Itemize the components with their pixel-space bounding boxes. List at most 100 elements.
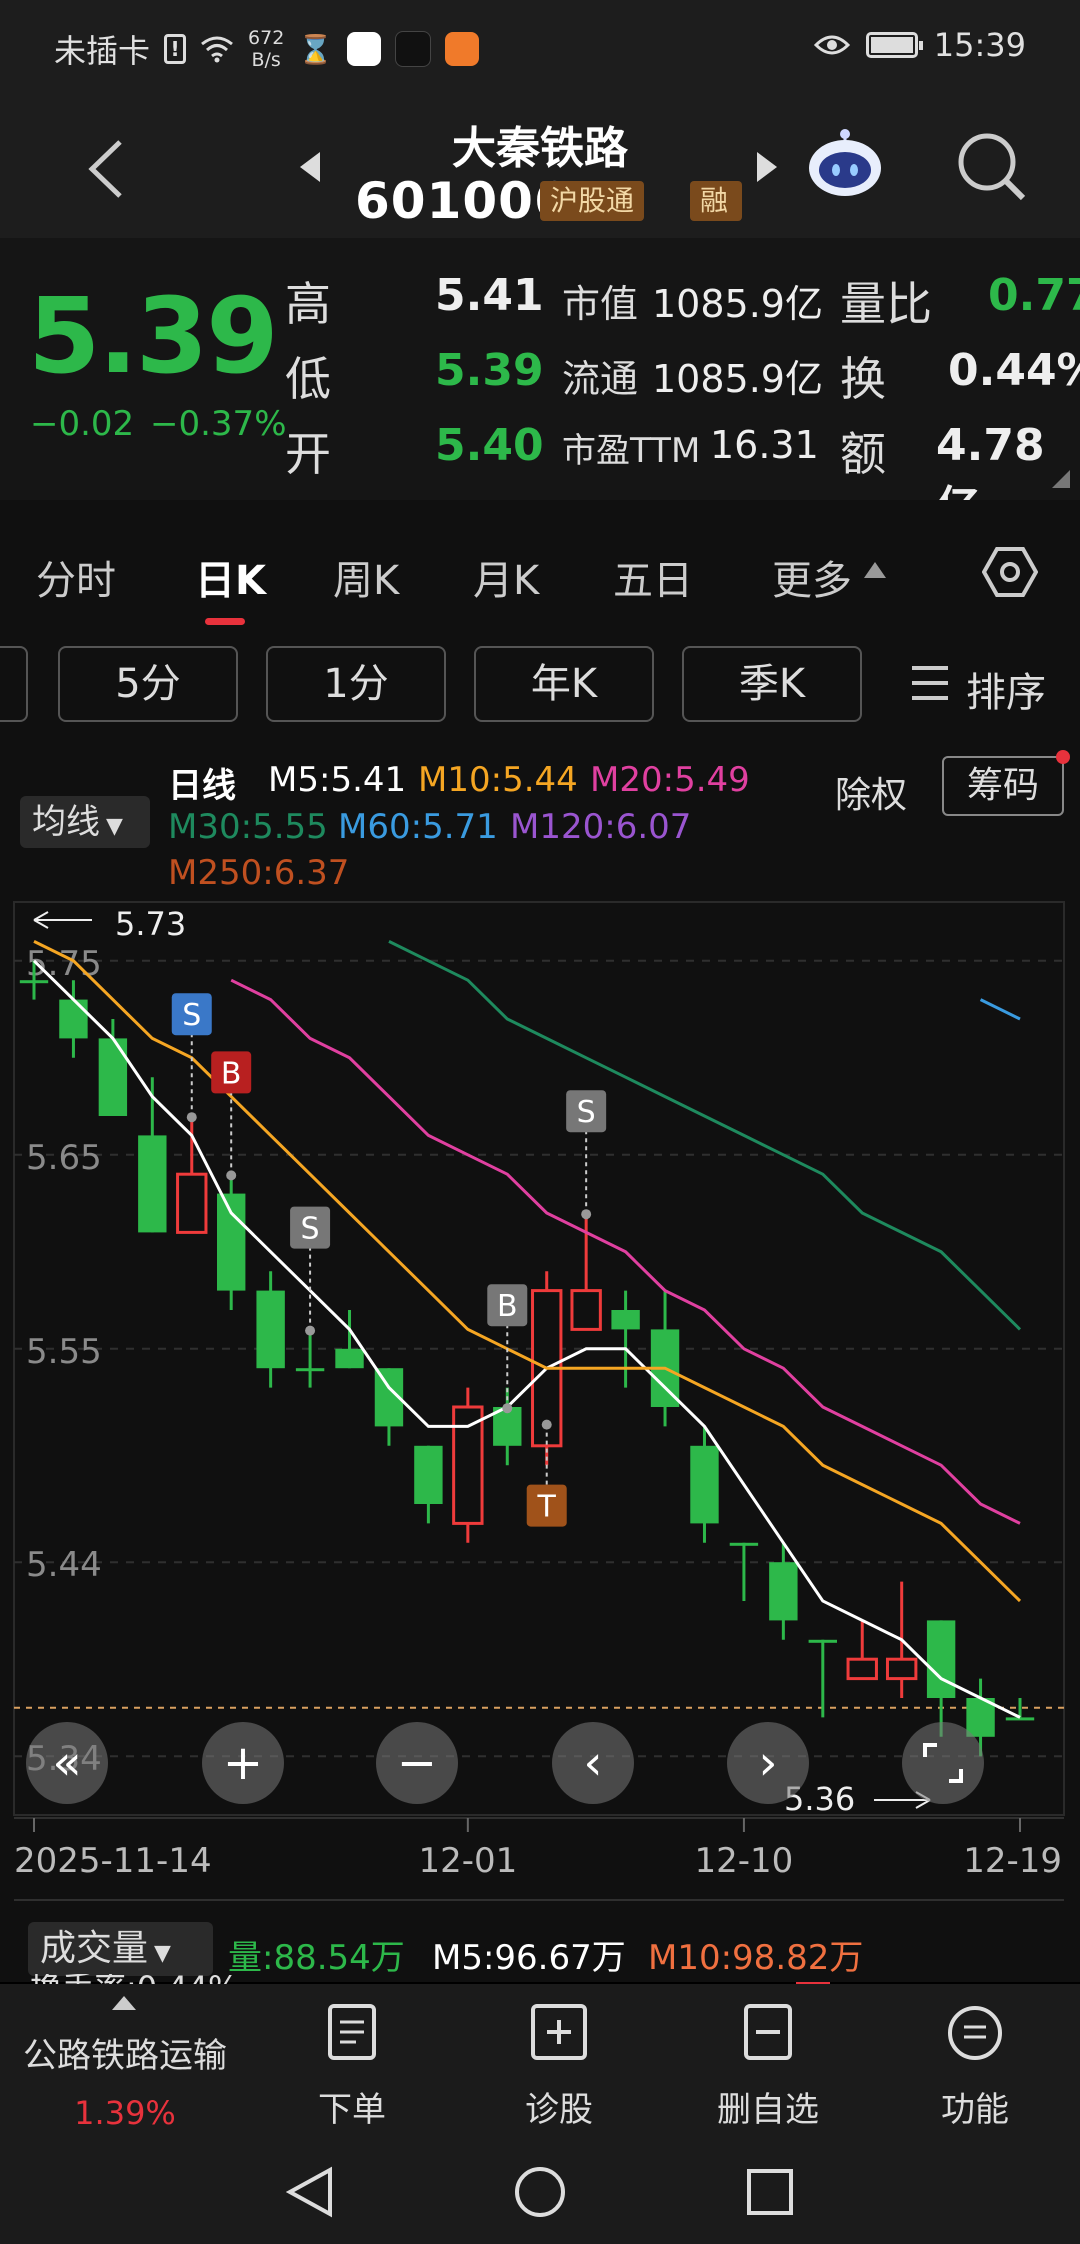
- scroll-start-button[interactable]: «: [26, 1722, 108, 1804]
- ma120-name: M120: [510, 807, 605, 847]
- hk-connect-badge: 沪股通: [540, 181, 645, 221]
- candle-body-down: [256, 1290, 285, 1369]
- net-speed-unit: B/s: [251, 49, 281, 71]
- diagnose-button[interactable]: 诊股: [469, 2082, 649, 2131]
- ma20-name: M20: [590, 760, 663, 800]
- fullscreen-button[interactable]: [902, 1722, 984, 1804]
- ex-rights-button[interactable]: 除权: [835, 766, 907, 818]
- volume-ratio-label: 量比: [840, 277, 932, 331]
- order-button[interactable]: 下单: [262, 2082, 442, 2131]
- dropdown-icon: ▼: [154, 1941, 171, 1966]
- candle-body-down: [335, 1348, 364, 1369]
- stock-name: 大秦铁路: [452, 123, 628, 174]
- zoom-out-button[interactable]: −: [376, 1722, 458, 1804]
- subtab-quarterly-k[interactable]: 季K: [682, 646, 862, 722]
- subtab-1min[interactable]: 1分: [266, 646, 446, 722]
- subtab-yearly-k[interactable]: 年K: [474, 646, 654, 722]
- ma5-name: M5: [268, 760, 319, 800]
- fullscreen-icon: [923, 1743, 963, 1783]
- candlestick-chart[interactable]: 5.755.655.555.445.34SBSBST5.735.362025-1…: [0, 900, 1080, 1980]
- candle-body-down: [414, 1445, 443, 1504]
- settings-hexagon-icon[interactable]: [982, 544, 1038, 600]
- tab-monthly-k[interactable]: 月K: [473, 548, 539, 606]
- hourglass-icon: ⌛: [298, 32, 334, 66]
- ma-selector-label: 均线: [32, 802, 100, 842]
- tab-daily-k[interactable]: 日K: [195, 548, 266, 606]
- pe-label: 市盈TTM: [562, 431, 701, 471]
- wifi-icon: [201, 36, 233, 63]
- period-label: 日线: [168, 766, 236, 806]
- candle-body-down: [729, 1542, 759, 1546]
- tab-five-day[interactable]: 五日: [613, 548, 693, 606]
- ma120-legend: M120:6.07: [510, 807, 692, 847]
- y-tick-label: 5.65: [26, 1138, 102, 1178]
- float-cap-value: 1085.9亿: [652, 357, 823, 401]
- triangle-up-icon: [864, 562, 886, 578]
- volume-selector-label: 成交量: [40, 1928, 149, 1969]
- chevron-right-icon: ›: [758, 1735, 778, 1791]
- active-tab-indicator: [205, 618, 245, 625]
- signal-label: B: [221, 1056, 242, 1091]
- candle-body-up: [176, 1172, 208, 1234]
- tab-more[interactable]: 更多: [772, 548, 852, 606]
- sort-button[interactable]: 排序: [966, 660, 1046, 718]
- volume-ratio-value: 0.77: [988, 270, 1080, 321]
- tab-weekly-k[interactable]: 周K: [333, 548, 399, 606]
- market-cap-value: 1085.9亿: [652, 282, 823, 326]
- high-label: 高: [285, 277, 331, 331]
- ma-selector[interactable]: 均线 ▼: [20, 796, 150, 848]
- nav-back-icon[interactable]: [286, 2166, 334, 2218]
- sector-name[interactable]: 公路铁路运输: [0, 2028, 250, 2077]
- pe-value: 16.31: [710, 423, 819, 467]
- volume-m10: M10:98.82万: [648, 1938, 864, 1978]
- remove-watchlist-button[interactable]: 删自选: [678, 2082, 858, 2131]
- zoom-in-button[interactable]: +: [202, 1722, 284, 1804]
- eye-icon: [813, 35, 850, 55]
- net-speed-value: 672: [248, 27, 285, 49]
- chips-button[interactable]: 筹码: [942, 756, 1064, 816]
- candle-body-down: [138, 1135, 167, 1233]
- order-doc-icon: [328, 2004, 376, 2060]
- search-icon[interactable]: [955, 130, 1027, 202]
- status-right: 15:39: [813, 26, 1026, 64]
- y-tick-label: 5.55: [26, 1332, 102, 1372]
- ma20-value: 5.49: [674, 760, 750, 800]
- ma60-value: 5.71: [422, 807, 498, 847]
- signal-dot: [305, 1325, 316, 1336]
- subtab-5min[interactable]: 5分: [58, 646, 238, 722]
- ma250-name: M250: [168, 853, 263, 893]
- volume-value: 量:88.54万: [228, 1938, 405, 1978]
- double-chevron-left-icon: «: [52, 1735, 82, 1791]
- ai-assistant-icon[interactable]: [805, 126, 885, 198]
- turnover-value: 0.44%: [948, 345, 1080, 396]
- subtab-partial[interactable]: [0, 646, 28, 722]
- ma10-name: M10: [418, 760, 491, 800]
- chevron-left-icon: ‹: [583, 1735, 603, 1791]
- ma10-value: 5.44: [502, 760, 578, 800]
- alert-icon: !: [164, 34, 187, 64]
- high-value: 5.41: [435, 270, 544, 321]
- candle-body-up: [846, 1657, 878, 1681]
- x-tick-label: 12-10: [695, 1841, 794, 1881]
- ma120-value: 6.07: [615, 807, 692, 847]
- volume-selector[interactable]: 成交量 ▼: [28, 1922, 213, 1976]
- carrier-label: 未插卡: [54, 32, 151, 70]
- candle-body-down: [611, 1310, 640, 1330]
- candle-body-down: [59, 999, 88, 1039]
- signal-dot: [541, 1419, 552, 1430]
- float-cap-label: 流通: [562, 357, 639, 401]
- candle-body-down: [19, 980, 49, 984]
- caret-up-icon: [112, 1996, 136, 2010]
- tab-intraday[interactable]: 分时: [36, 548, 116, 606]
- expand-corner-icon[interactable]: [1052, 470, 1070, 488]
- notification-dot: [1056, 750, 1070, 764]
- baidu-app-icon: [347, 32, 382, 66]
- nav-recents-icon[interactable]: [746, 2168, 794, 2216]
- scroll-right-button[interactable]: ›: [727, 1722, 809, 1804]
- signal-dot: [186, 1112, 197, 1123]
- function-button[interactable]: 功能: [885, 2082, 1065, 2131]
- nav-home-icon[interactable]: [514, 2166, 566, 2218]
- scroll-left-button[interactable]: ‹: [552, 1722, 634, 1804]
- ma-line-m30: [388, 940, 1022, 1331]
- candle-body-up: [570, 1289, 602, 1331]
